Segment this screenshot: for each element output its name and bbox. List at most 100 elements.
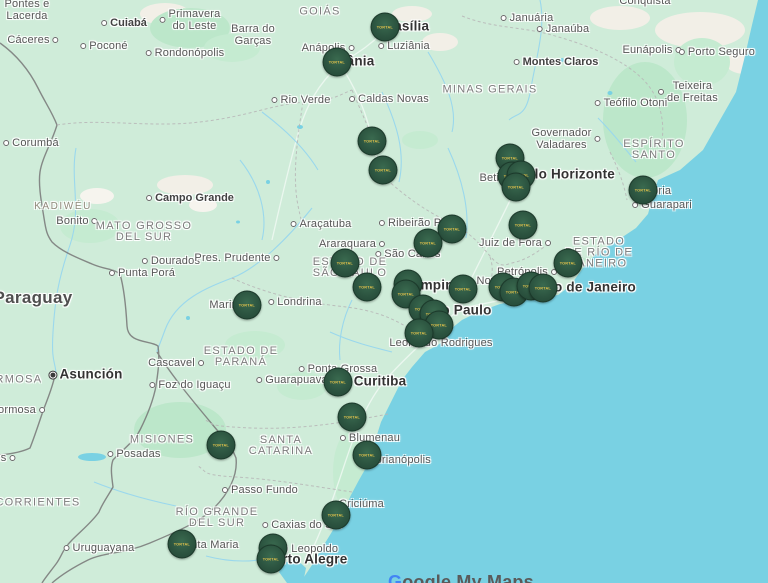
marker-logo: TORTAL	[173, 541, 191, 546]
map-label-text: Luziânia	[387, 39, 430, 52]
location-marker-2[interactable]: TORTAL	[322, 47, 352, 77]
city-dot-teofilo-otoni	[594, 100, 601, 106]
map-canvas[interactable]: Pontes e Lacerda Cáceres Cuiabá Poconé Primav…	[0, 0, 768, 583]
map-label-conquista: Conquista	[619, 0, 670, 7]
city-dot-caceres	[52, 37, 59, 43]
marker-logo: TORTAL	[358, 452, 376, 457]
map-label-bonito: Bonito	[56, 215, 98, 227]
location-marker-3[interactable]: TORTAL	[357, 126, 387, 156]
location-marker-30[interactable]: TORTAL	[352, 440, 382, 470]
city-dot-cascavel	[197, 360, 204, 366]
map-label-text: Cascavel	[148, 356, 195, 369]
google-my-maps-watermark[interactable]: Google My Maps	[388, 572, 534, 583]
map-label-text: Pontes e Lacerda	[4, 0, 50, 22]
labels-and-markers-layer: Pontes e Lacerda Cáceres Cuiabá Poconé Primav…	[0, 0, 768, 583]
map-label-text: Corumbá	[12, 136, 59, 149]
map-label-text: Passo Fundo	[230, 483, 299, 496]
map-label-text: Montes Claros	[522, 55, 599, 68]
city-dot-corumba	[3, 140, 10, 146]
marker-logo: TORTAL	[410, 330, 428, 335]
city-dot-pres-prudente	[273, 255, 280, 261]
city-dot-uruguayana	[63, 545, 70, 551]
city-dot-posadas	[107, 451, 114, 457]
map-label-text: MATO GROSSO DEL SUR	[95, 220, 193, 243]
map-label-text: Dourados	[150, 254, 201, 267]
map-label-rio-verde: Rio Verde	[271, 94, 330, 106]
location-marker-27[interactable]: TORTAL	[232, 290, 262, 320]
marker-logo: TORTAL	[419, 240, 437, 245]
map-label-text: Asunción	[59, 366, 123, 382]
marker-logo: TORTAL	[559, 260, 577, 265]
map-label-text: ESTADO DE PARANÁ	[203, 345, 279, 368]
city-dot-januaria	[500, 15, 507, 21]
marker-logo: TORTAL	[238, 302, 256, 307]
location-marker-32[interactable]: TORTAL	[321, 500, 351, 530]
map-label-text: Posadas	[116, 447, 161, 460]
location-marker-18[interactable]: TORTAL	[448, 274, 478, 304]
city-dot-araraquara	[379, 241, 386, 247]
location-marker-1[interactable]: TORTAL	[370, 12, 400, 42]
city-dot-teixeira-de-freitas	[658, 89, 665, 95]
map-label-eunapolis: Eunápolis	[622, 44, 682, 56]
map-label-montes-claros: Montes Claros	[513, 55, 599, 68]
map-label-punta-pora: Punta Porá	[108, 267, 175, 279]
location-marker-10[interactable]: TORTAL	[628, 175, 658, 205]
city-dot-anapolis	[348, 45, 355, 51]
map-label-text: Primavera do Leste	[168, 7, 221, 32]
map-label-dourados: Dourados	[141, 254, 201, 267]
map-label-teofilo-otoni: Teófilo Otoni	[594, 97, 668, 109]
map-label-janauba: Janaúba	[536, 23, 590, 35]
location-marker-22[interactable]: TORTAL	[528, 273, 558, 303]
map-label-uruguayana: Uruguayana	[63, 542, 135, 554]
map-label-corumba: Corumbá	[3, 137, 59, 149]
location-marker-29[interactable]: TORTAL	[337, 402, 367, 432]
city-dot-porto-seguro	[678, 49, 685, 55]
map-label-text: Guarapuava	[265, 373, 328, 386]
map-label-cascavel: Cascavel	[148, 357, 204, 369]
map-label-text: ESPÍRITO SANTO	[623, 138, 685, 161]
city-dot-dourados	[141, 258, 148, 264]
marker-logo: TORTAL	[358, 284, 376, 289]
map-label-pres-prudente: Pres. Prudente	[194, 252, 280, 264]
map-label-misiones: MISIONES	[130, 434, 194, 446]
location-marker-13[interactable]: TORTAL	[553, 248, 583, 278]
location-marker-33[interactable]: TORTAL	[167, 529, 197, 559]
location-marker-12[interactable]: TORTAL	[413, 228, 443, 258]
location-marker-14[interactable]: TORTAL	[330, 248, 360, 278]
map-label-posadas: Posadas	[107, 448, 160, 460]
map-label-text: Campo Grande	[155, 191, 234, 204]
map-label-text: Cuiabá	[110, 16, 147, 29]
location-marker-35[interactable]: TORTAL	[256, 544, 286, 574]
marker-logo: TORTAL	[501, 155, 519, 160]
map-label-text: RÍO GRANDE DEL SUR	[175, 506, 259, 529]
map-label-luziania: Luziânia	[378, 40, 430, 52]
location-marker-26[interactable]: TORTAL	[404, 318, 434, 348]
map-label-text: MINAS GERAIS	[442, 83, 538, 96]
map-label-primavera-do-leste: Primavera do Leste	[159, 7, 221, 32]
city-dot-ponta-grossa	[298, 366, 305, 372]
city-dot-montes-claros	[513, 59, 520, 65]
marker-logo: TORTAL	[327, 512, 345, 517]
location-marker-15[interactable]: TORTAL	[352, 272, 382, 302]
city-dot-punta-pora	[108, 270, 115, 276]
marker-logo: TORTAL	[262, 556, 280, 561]
map-label-rondonopolis: Rondonópolis	[145, 47, 225, 59]
map-label-asuncion: Asunción	[49, 366, 123, 383]
marker-logo: TORTAL	[329, 379, 347, 384]
map-label-text: Foz do Iguaçu	[158, 378, 231, 391]
city-dot-rondonopolis	[145, 50, 152, 56]
map-label-text: Barra do Garças	[231, 22, 275, 47]
city-dot-juiz-de-fora	[544, 240, 551, 246]
map-label-text: Rio Verde	[280, 93, 331, 106]
location-marker-4[interactable]: TORTAL	[368, 155, 398, 185]
map-label-text: KADIWÉU	[34, 201, 92, 212]
map-label-pontes-e-lacerda: Pontes e Lacerda	[4, 0, 49, 22]
map-label-minas-gerais: MINAS GERAIS	[442, 83, 538, 96]
location-marker-28[interactable]: TORTAL	[323, 367, 353, 397]
city-dot-rio-verde	[271, 97, 278, 103]
marker-logo: TORTAL	[363, 138, 381, 143]
location-marker-8[interactable]: TORTAL	[501, 172, 531, 202]
city-dot-pocone	[80, 43, 87, 49]
location-marker-9[interactable]: TORTAL	[508, 210, 538, 240]
location-marker-31[interactable]: TORTAL	[206, 430, 236, 460]
